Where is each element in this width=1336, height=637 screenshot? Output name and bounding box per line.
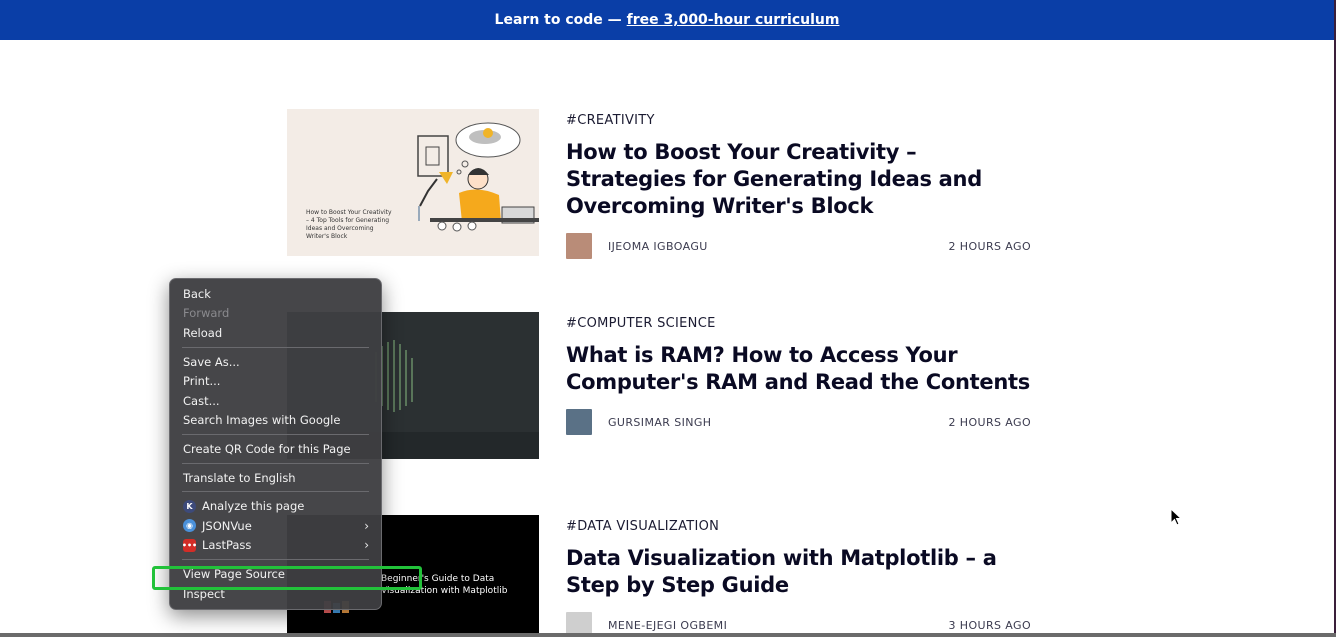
author-name[interactable]: IJEOMA IGBOAGU (608, 240, 708, 253)
window-bottom-edge (0, 633, 1336, 637)
article-text: #CREATIVITY How to Boost Your Creativity… (566, 109, 1031, 220)
lastpass-icon: ••• (181, 538, 198, 552)
menu-item-inspect[interactable]: Inspect (170, 584, 381, 604)
menu-item-jsonvue[interactable]: ◉ JSONVue › (170, 516, 381, 536)
article-title[interactable]: How to Boost Your Creativity – Strategie… (566, 139, 1031, 220)
author-name[interactable]: MENE-EJEGI OGBEMI (608, 619, 727, 632)
thumbnail-caption: How to Boost Your Creativity – 4 Top Too… (306, 209, 392, 240)
menu-item-print[interactable]: Print... (170, 371, 381, 391)
article-meta: GURSIMAR SINGH 2 HOURS AGO (566, 409, 1031, 435)
menu-item-forward: Forward (183, 306, 230, 321)
jsonvue-icon: ◉ (183, 519, 196, 533)
menu-separator (182, 346, 369, 348)
chevron-right-icon: › (364, 518, 369, 533)
thumbnail-caption: Beginner's Guide to Data Visualization w… (381, 574, 508, 596)
context-menu: Back Forward Reload Save As... Print... … (169, 278, 382, 610)
menu-item-cast[interactable]: Cast... (170, 391, 381, 411)
article-text: #COMPUTER SCIENCE What is RAM? How to Ac… (566, 312, 1031, 396)
menu-item-lastpass[interactable]: ••• LastPass › (170, 536, 381, 556)
article-text: #DATA VISUALIZATION Data Visualization w… (566, 515, 1031, 599)
menu-separator (182, 434, 369, 436)
menu-item-reload[interactable]: Reload (170, 323, 381, 343)
menu-separator (182, 491, 369, 493)
menu-item-back[interactable]: Back (170, 284, 381, 304)
top-banner: Learn to code — free 3,000-hour curricul… (0, 0, 1334, 40)
article-title[interactable]: Data Visualization with Matplotlib – a S… (566, 545, 1031, 599)
banner-text: Learn to code — (494, 12, 622, 28)
post-time: 3 HOURS AGO (948, 618, 1031, 632)
menu-separator (182, 462, 369, 464)
menu-item-analyze[interactable]: K Analyze this page (170, 496, 381, 516)
article-thumbnail[interactable]: How to Boost Your Creativity – 4 Top Too… (287, 109, 539, 256)
k-extension-icon: K (183, 499, 196, 513)
article-tag[interactable]: #DATA VISUALIZATION (566, 519, 1031, 534)
article-tag[interactable]: #COMPUTER SCIENCE (566, 316, 1031, 331)
post-time: 2 HOURS AGO (948, 239, 1031, 253)
author-avatar[interactable] (566, 409, 592, 435)
mouse-cursor-icon (1170, 508, 1183, 526)
menu-item-view-source[interactable]: View Page Source (170, 564, 381, 584)
author-avatar[interactable] (566, 233, 592, 259)
article-tag[interactable]: #CREATIVITY (566, 113, 1031, 128)
curriculum-link[interactable]: free 3,000-hour curriculum (627, 12, 840, 28)
post-time: 2 HOURS AGO (948, 415, 1031, 429)
menu-separator (182, 559, 369, 561)
menu-item-save-as[interactable]: Save As... (170, 352, 381, 372)
author-name[interactable]: GURSIMAR SINGH (608, 416, 711, 429)
article-meta: IJEOMA IGBOAGU 2 HOURS AGO (566, 233, 1031, 259)
menu-item-search-images[interactable]: Search Images with Google (170, 411, 381, 431)
menu-item-create-qr[interactable]: Create QR Code for this Page (170, 439, 381, 459)
article-title[interactable]: What is RAM? How to Access Your Computer… (566, 342, 1031, 396)
menu-item-translate[interactable]: Translate to English (170, 468, 381, 488)
chevron-right-icon: › (364, 538, 369, 553)
